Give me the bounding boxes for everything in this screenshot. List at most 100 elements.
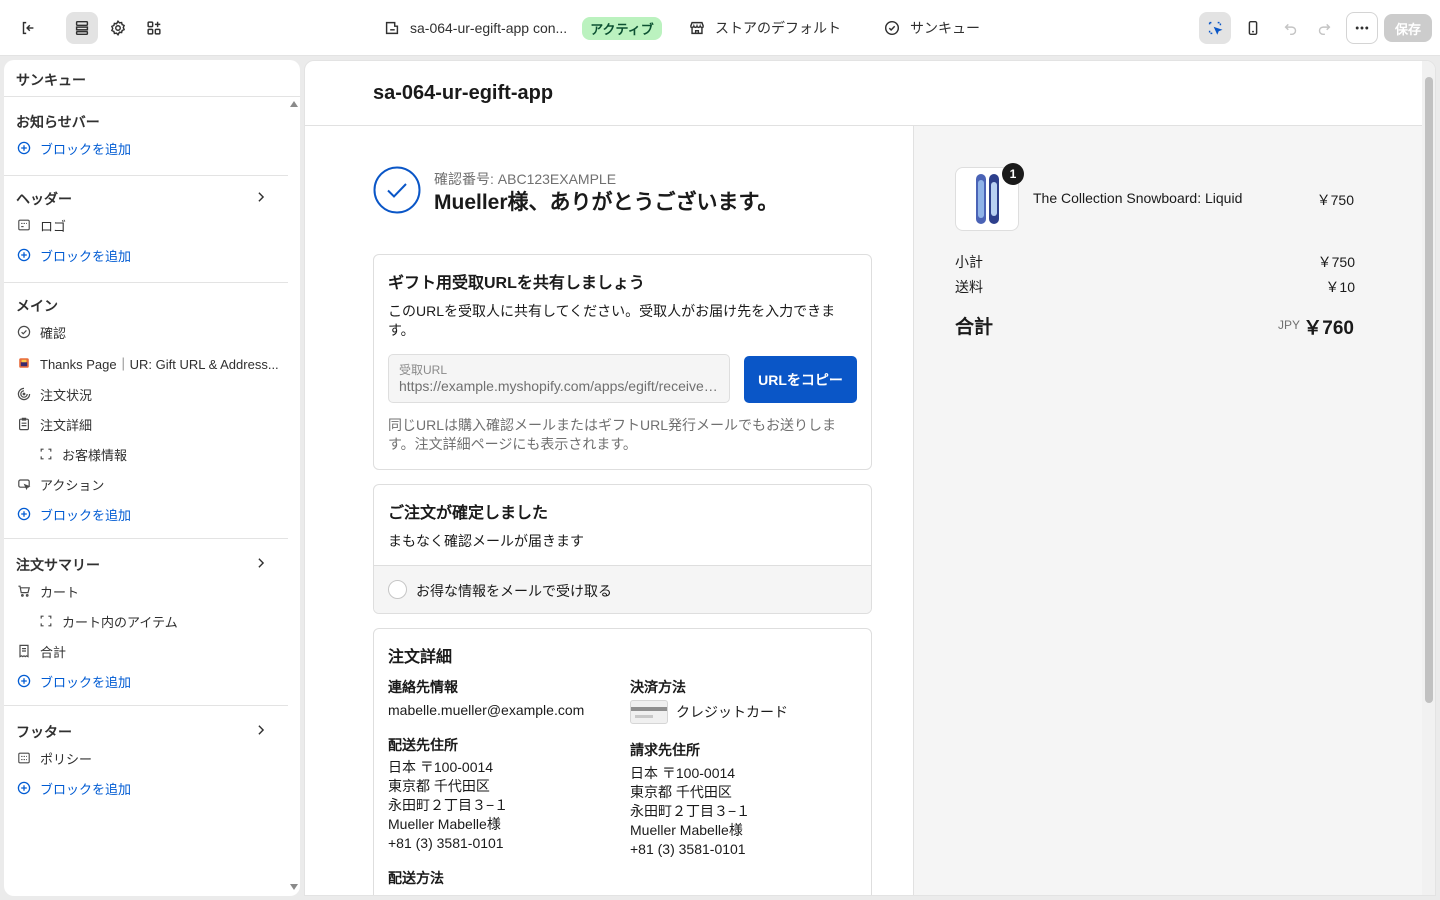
shipping-address-title: 配送先住所 xyxy=(388,737,458,753)
copy-url-button[interactable]: URLをコピー xyxy=(744,356,857,403)
subtotal-row: 小計 ￥750 xyxy=(955,252,1355,272)
preview-header: sa-064-ur-egift-app xyxy=(305,61,1422,126)
sidebar-item-order-details[interactable]: 注文詳細 xyxy=(16,413,92,435)
sidebar-item-logo[interactable]: ロゴ xyxy=(16,214,66,236)
marketing-opt-in-row[interactable]: お得な情報をメールで受け取る xyxy=(374,565,871,613)
shipping-address-line: +81 (3) 3581-0101 xyxy=(388,835,504,851)
gift-url-label: 受取URL xyxy=(399,363,448,377)
sidebar-item-label: 注文状況 xyxy=(40,387,93,403)
section-footer-heading[interactable]: フッター xyxy=(16,722,72,742)
shipping-label: 送料 xyxy=(955,279,983,295)
sidebar-item-label: ポリシー xyxy=(40,751,93,767)
sidebar-item-policy[interactable]: ポリシー xyxy=(16,747,92,769)
section-summary-heading[interactable]: 注文サマリー xyxy=(16,555,100,575)
section-announcement-heading[interactable]: お知らせバー xyxy=(16,112,100,132)
payment-title: 決済方法 xyxy=(630,679,686,695)
contact-title: 連絡先情報 xyxy=(388,679,458,695)
shipping-address-line: 永田町２丁目３−１ xyxy=(388,797,509,813)
sidebar-item-label: お客様情報 xyxy=(62,447,128,463)
store-icon xyxy=(689,21,705,35)
add-block-main[interactable]: ブロックを追加 xyxy=(16,503,131,525)
divider xyxy=(4,282,288,283)
sidebar-item-actions[interactable]: アクション xyxy=(16,473,104,495)
plus-circle-icon xyxy=(17,674,31,688)
credit-card-icon xyxy=(630,700,668,724)
marketing-opt-in-checkbox[interactable] xyxy=(388,580,407,599)
sidebar-scrollbar[interactable] xyxy=(288,97,300,896)
quantity-badge: 1 xyxy=(1002,163,1024,185)
sidebar-item-total[interactable]: 合計 xyxy=(16,640,66,662)
mobile-icon[interactable] xyxy=(1237,12,1269,44)
order-confirmed-title: ご注文が確定しました xyxy=(388,505,549,522)
sidebar-tree: お知らせバー ブロックを追加 ヘッダー ロゴ ブロックを追加 メイン 確認 Th… xyxy=(4,97,288,896)
actions-icon xyxy=(18,479,31,491)
subtotal-value: ￥750 xyxy=(1317,254,1355,270)
order-details-title: 注文詳細 xyxy=(388,649,453,666)
scroll-up-icon[interactable] xyxy=(290,101,298,107)
shipping-value: ￥10 xyxy=(1325,279,1355,295)
billing-address-line: 永田町２丁目３−１ xyxy=(630,803,751,819)
shipping-method-title: 配送方法 xyxy=(388,870,444,886)
preview-scrollbar[interactable] xyxy=(1422,61,1435,895)
add-block-label: ブロックを追加 xyxy=(40,248,132,264)
contact-email: mabelle.mueller@example.com xyxy=(388,702,585,718)
undo-icon[interactable] xyxy=(1275,12,1307,44)
chevron-right-icon[interactable] xyxy=(254,723,268,737)
page-selector[interactable]: サンキュー xyxy=(883,0,980,56)
add-block-announcement[interactable]: ブロックを追加 xyxy=(16,137,131,159)
sidebar-item-label: カート内のアイテム xyxy=(62,614,178,630)
apps-icon[interactable] xyxy=(138,12,170,44)
check-circle-icon xyxy=(17,325,31,339)
thank-you-main: 確認番号: ABC123EXAMPLE Mueller様、ありがとうございます。… xyxy=(305,126,913,895)
billing-address-line: 東京都 千代田区 xyxy=(630,784,732,800)
block-icon xyxy=(40,448,52,460)
order-confirmed-subtitle: まもなく確認メールが届きます xyxy=(388,533,584,549)
section-main-heading[interactable]: メイン xyxy=(16,296,58,316)
redo-icon[interactable] xyxy=(1308,12,1340,44)
chevron-right-icon[interactable] xyxy=(254,190,268,204)
shop-name[interactable]: sa-064-ur-egift-app xyxy=(373,82,553,105)
thanks-message: Mueller様、ありがとうございます。 xyxy=(434,191,779,214)
divider xyxy=(4,175,288,176)
theme-name: sa-064-ur-egift-app con... xyxy=(410,20,568,36)
add-block-footer[interactable]: ブロックを追加 xyxy=(16,777,131,799)
divider xyxy=(4,705,288,706)
gift-card-note: 同じURLは購入確認メールまたはギフトURL発行メールでもお送りします。注文詳細… xyxy=(388,417,837,452)
billing-address-title: 請求先住所 xyxy=(630,742,700,758)
order-summary-panel: 1 The Collection Snowboard: Liquid ￥750 … xyxy=(913,126,1422,895)
total-value: ￥760 xyxy=(1303,318,1354,339)
preview-scrollbar-thumb[interactable] xyxy=(1425,77,1433,703)
sidebar-item-order-status[interactable]: 注文状況 xyxy=(16,383,92,405)
plus-circle-icon xyxy=(17,781,31,795)
save-button[interactable]: 保存 xyxy=(1384,14,1432,42)
add-block-header[interactable]: ブロックを追加 xyxy=(16,244,131,266)
sidebar-item-customer-info[interactable]: お客様情報 xyxy=(38,443,127,465)
more-icon[interactable] xyxy=(1346,12,1378,44)
theme-selector[interactable]: sa-064-ur-egift-app con... アクティブ xyxy=(383,0,662,56)
add-block-summary[interactable]: ブロックを追加 xyxy=(16,670,131,692)
scroll-down-icon[interactable] xyxy=(290,884,298,890)
gift-url-value: https://example.myshopify.com/apps/egift… xyxy=(399,378,721,394)
section-header-heading[interactable]: ヘッダー xyxy=(16,189,72,209)
sidebar-item-label: 合計 xyxy=(40,644,67,660)
exit-icon[interactable] xyxy=(12,12,44,44)
sidebar-item-cart[interactable]: カート xyxy=(16,580,79,602)
billing-address-line: Mueller Mabelle様 xyxy=(630,822,743,838)
sidebar-item-cart-items[interactable]: カート内のアイテム xyxy=(38,610,178,632)
gift-url-field[interactable]: 受取URL https://example.myshopify.com/apps… xyxy=(388,354,730,403)
inspector-icon[interactable] xyxy=(1199,12,1231,44)
confirmation-header: 確認番号: ABC123EXAMPLE Mueller様、ありがとうございます。 xyxy=(373,166,873,218)
sections-icon[interactable] xyxy=(66,12,98,44)
payment-method: クレジットカード xyxy=(676,704,788,720)
sidebar-item-confirm[interactable]: 確認 xyxy=(16,321,66,343)
chevron-right-icon[interactable] xyxy=(254,556,268,570)
shipping-address-line: 日本 〒100-0014 xyxy=(388,759,494,775)
receipt-icon xyxy=(19,644,29,658)
settings-icon[interactable] xyxy=(102,12,134,44)
theme-icon xyxy=(385,21,399,35)
shipping-row: 送料 ￥10 xyxy=(955,277,1355,297)
sidebar-item-app-block[interactable]: Thanks Page｜UR: Gift URL & Address... xyxy=(16,352,279,374)
cart-icon xyxy=(18,585,30,597)
store-default-selector[interactable]: ストアのデフォルト xyxy=(688,0,841,56)
total-currency: JPY xyxy=(1278,318,1301,332)
